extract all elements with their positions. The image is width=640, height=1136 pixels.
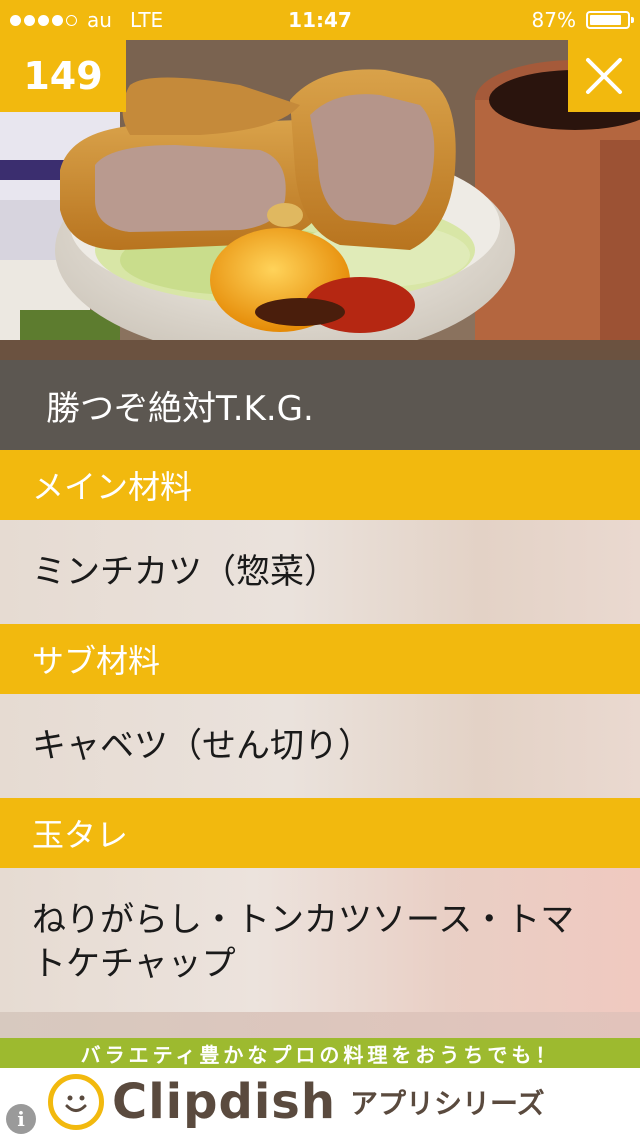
ad-logo-row: Clipdish アプリシリーズ i [0, 1068, 640, 1136]
status-bar: au LTE 11:47 87% [0, 0, 640, 40]
ingredient-text: ミンチカツ（惣菜） [32, 552, 338, 592]
section-header-label: 玉タレ [32, 816, 129, 854]
section-header-sauce: 玉タレ [0, 798, 640, 868]
info-icon[interactable]: i [6, 1104, 36, 1134]
recipe-counter-badge: 149 [0, 40, 126, 112]
ingredient-list: メイン材料 ミンチカツ（惣菜） サブ材料 キャベツ（せん切り） 玉タレ ねりがら… [0, 450, 640, 1016]
status-right: 87% [531, 8, 634, 32]
close-icon [586, 58, 622, 94]
recipe-title: 勝つぞ絶対T.K.G. [46, 388, 314, 429]
ingredient-text-line-1: ねりがらし・トンカツソース・トマ [32, 900, 575, 940]
ingredient-item-sauce: ねりがらし・トンカツソース・トマ トケチャップ [0, 868, 640, 1016]
battery-icon [586, 11, 634, 29]
ad-brand-name: Clipdish [112, 1074, 337, 1130]
ingredient-text-line-2: トケチャップ [32, 944, 236, 984]
section-header-main: メイン材料 [0, 450, 640, 520]
ad-banner[interactable]: バラエティ豊かなプロの料理をおうちでも！ Clipdish アプリシリーズ i [0, 1038, 640, 1136]
battery-fill [590, 15, 622, 25]
ad-series-label: アプリシリーズ [350, 1087, 545, 1120]
section-header-label: サブ材料 [32, 642, 161, 680]
ingredient-text: ねりがらし・トンカツソース・トマ トケチャップ [32, 898, 574, 986]
close-button[interactable] [568, 40, 640, 112]
recipe-title-bar: 勝つぞ絶対T.K.G. [0, 360, 640, 450]
list-bottom-band [0, 1012, 640, 1038]
section-header-label: メイン材料 [32, 468, 193, 506]
battery-percent: 87% [531, 8, 576, 32]
clipdish-logo-icon [48, 1074, 104, 1130]
ingredient-text: キャベツ（せん切り） [32, 726, 372, 766]
ingredient-item-main: ミンチカツ（惣菜） [0, 520, 640, 624]
section-header-sub: サブ材料 [0, 624, 640, 694]
ingredient-item-sub: キャベツ（せん切り） [0, 694, 640, 798]
ad-tagline: バラエティ豊かなプロの料理をおうちでも！ [0, 1038, 640, 1068]
